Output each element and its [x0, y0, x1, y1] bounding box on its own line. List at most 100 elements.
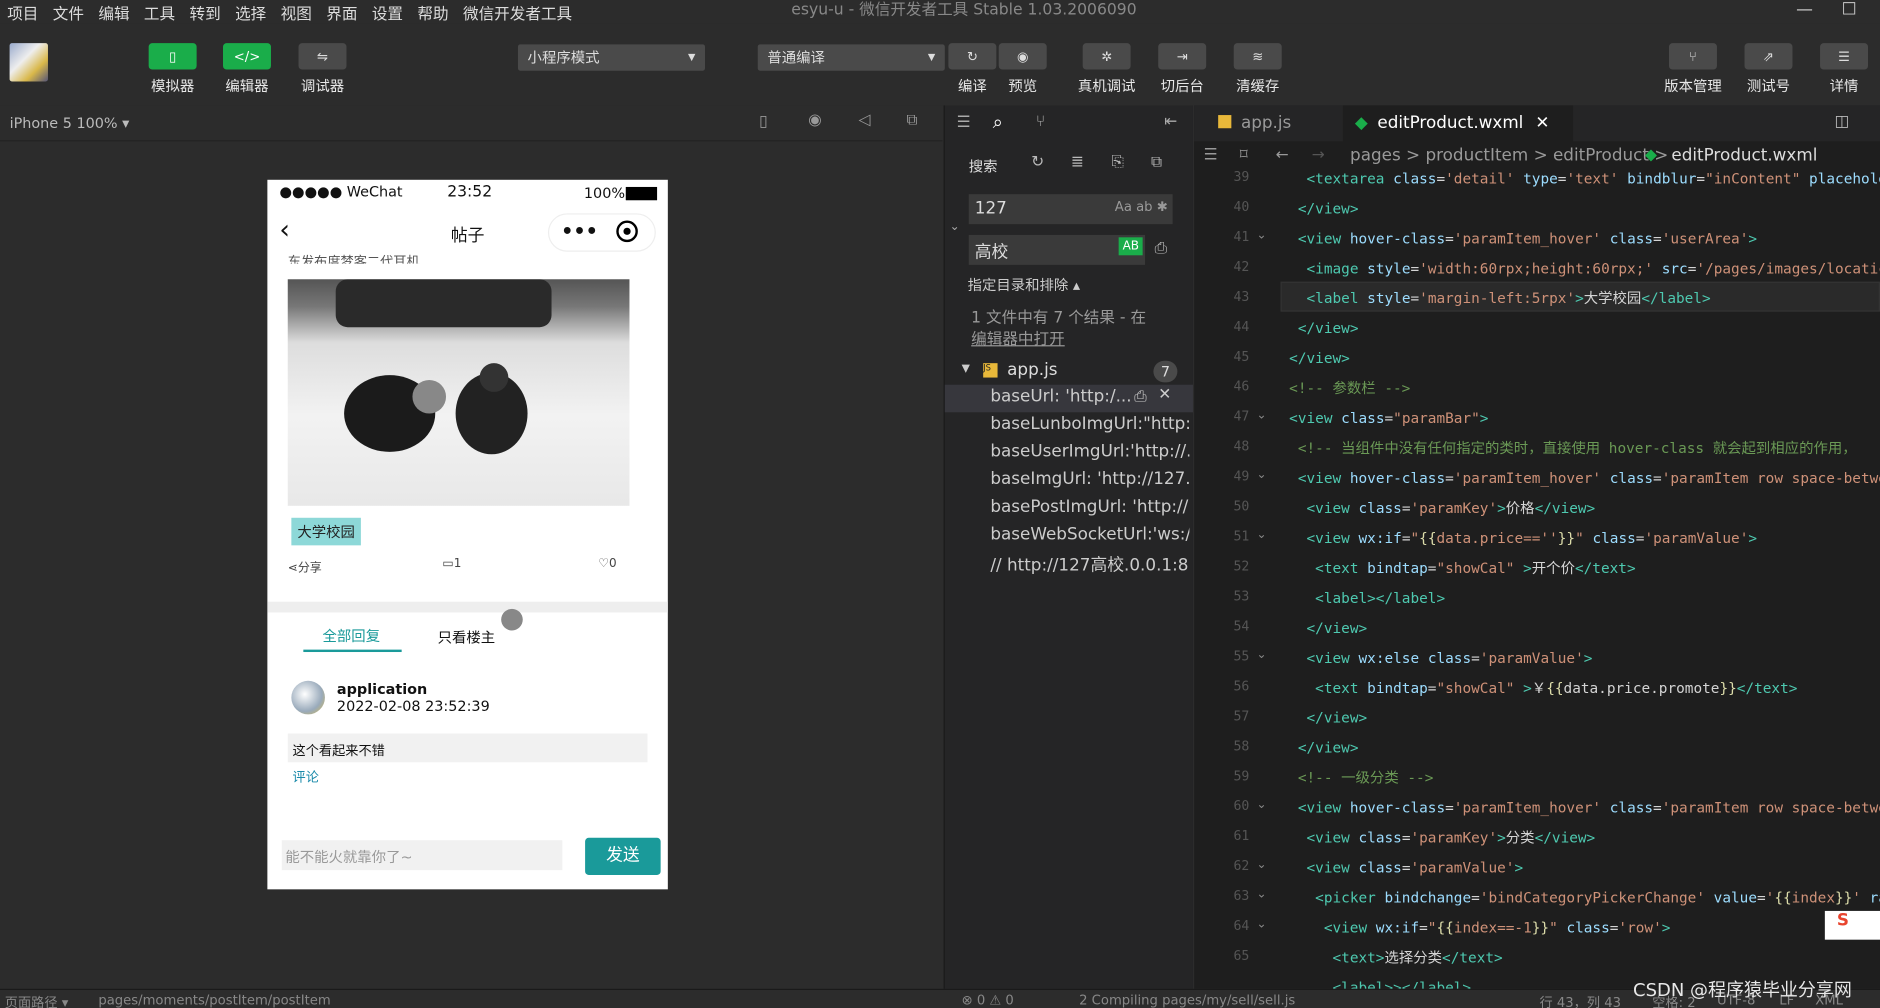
back-arrow-icon[interactable]: ←	[1276, 141, 1289, 170]
debugger-button[interactable]: ⇋ 调试器	[298, 43, 347, 96]
fold-chevron-icon[interactable]: ⌄	[1257, 798, 1267, 811]
mode-select[interactable]: 小程序模式 ▼	[517, 44, 706, 71]
tab-edit-product[interactable]: ◆ editProduct.wxml ✕	[1342, 105, 1574, 142]
tab-owner-only[interactable]: 只看楼主	[438, 627, 496, 647]
more-icon[interactable]: •••	[561, 219, 598, 242]
toggle-replace-icon[interactable]: ⌄	[950, 221, 960, 234]
cursor-position[interactable]: 行 43，列 43	[1539, 992, 1621, 1008]
fold-chevron-icon[interactable]: ⌄	[1257, 858, 1267, 871]
compile-button[interactable]: ↻ 编译	[948, 43, 997, 96]
clear-results-icon[interactable]: ≣	[1071, 153, 1084, 171]
search-input[interactable]: 127 Aa ab ✱	[968, 194, 1173, 225]
volume-icon[interactable]: ◁	[858, 111, 870, 129]
preview-button[interactable]: ◉ 预览	[998, 43, 1047, 96]
fold-chevron-icon[interactable]: ⌄	[1257, 469, 1267, 482]
comment-button[interactable]: ▭1	[442, 557, 461, 570]
code-line: </view>	[1297, 200, 1359, 217]
fold-chevron-icon[interactable]: ⌄	[1257, 888, 1267, 901]
include-exclude-toggle[interactable]: 指定目录和排除 ▴	[968, 274, 1081, 294]
search-result[interactable]: baseUserImgUrl:'http://...	[990, 442, 1189, 461]
like-button[interactable]: ♡0	[598, 557, 616, 570]
phone-screen: ●●●●● WeChat 23:52 100% ‹ 帖子 ••• 东发布度梦客二…	[267, 179, 668, 890]
line-number: 49	[1233, 468, 1250, 485]
tab-app-js[interactable]: app.js	[1206, 105, 1338, 141]
forward-arrow-icon[interactable]: →	[1312, 141, 1325, 170]
device-select[interactable]: iPhone 5 100% ▾	[10, 115, 130, 132]
result-file-row[interactable]: ▼ JS app.js 7	[962, 360, 1190, 385]
search-panel: ☰ ⌕ ⑂ ⇤ 搜索 ↻ ≣ ⎘ ⧉ ⌄ 127 Aa ab ✱ 高校 AB ⎙ 指…	[943, 105, 1193, 989]
list-icon[interactable]: ☰	[957, 114, 971, 132]
fold-chevron-icon[interactable]: ⌄	[1257, 409, 1267, 422]
code-area[interactable]: <textarea class='detail' type='text' bin…	[1281, 170, 1880, 989]
back-icon[interactable]: ‹	[279, 216, 290, 246]
search-icon[interactable]: ⌕	[993, 111, 1003, 133]
close-icon[interactable]: ✕	[1535, 114, 1549, 133]
open-in-editor-link[interactable]: 编辑器中打开	[971, 326, 1065, 349]
post-image[interactable]	[287, 279, 630, 506]
close-circle-icon[interactable]	[616, 220, 638, 243]
code-line: <text bindtap="showCal" >开个价</text>	[1315, 559, 1636, 577]
fold-chevron-icon[interactable]: ⌄	[1257, 918, 1267, 931]
comment-icon: ▭	[442, 557, 454, 571]
send-button[interactable]: 发送	[585, 837, 661, 875]
split-editor-icon[interactable]: ◫	[1834, 113, 1849, 131]
simulator-button[interactable]: ▯ 模拟器	[148, 43, 197, 96]
phone-icon[interactable]: ▯	[759, 113, 768, 131]
code-line: </view>	[1306, 619, 1368, 637]
breadcrumb-file[interactable]: editProduct.wxml	[1671, 141, 1817, 170]
battery-text: 100%	[583, 184, 626, 202]
details-button[interactable]: ☰ 详情	[1820, 43, 1869, 96]
maximize-icon[interactable]: ☐	[1842, 0, 1857, 19]
code-line: </view>	[1289, 349, 1350, 367]
page-path-label[interactable]: 页面路径 ▾	[5, 992, 69, 1008]
fold-chevron-icon[interactable]: ⌄	[1257, 648, 1267, 661]
search-result[interactable]: // http://127高校.0.0.1:8...	[990, 553, 1189, 577]
code-line: <textarea class='detail' type='text' bin…	[1306, 170, 1880, 187]
phone-icon: ▯	[148, 43, 197, 70]
bookmark-icon[interactable]: ⌑	[1240, 141, 1248, 170]
replace-all-icon[interactable]: ⎙	[1155, 240, 1167, 258]
branch-icon[interactable]: ⑂	[1036, 113, 1045, 131]
code-line: <image style='width:60rpx;height:60rpx;'…	[1306, 260, 1880, 277]
code-line: <view class='paramKey'>价格</view>	[1306, 499, 1596, 517]
record-icon[interactable]: ◉	[808, 111, 822, 129]
version-button[interactable]: ⑂ 版本管理	[1664, 43, 1722, 96]
fold-chevron-icon[interactable]: ⌄	[1257, 229, 1267, 242]
search-result[interactable]: baseImgUrl: 'http://127...	[990, 470, 1189, 489]
search-result[interactable]: basePostImgUrl: 'http://...	[990, 497, 1189, 516]
code-line: </view>	[1297, 739, 1359, 757]
replace-input[interactable]: 高校 AB	[968, 234, 1146, 265]
tag[interactable]: 大学校园	[291, 517, 361, 546]
clear-cache-button[interactable]: ≋ 清缓存	[1233, 43, 1282, 96]
share-button[interactable]: ⋖分享	[288, 557, 322, 575]
search-result[interactable]: baseLunboImgUrl:"http:...	[990, 415, 1189, 434]
collapse-all-icon[interactable]: ⧉	[1151, 153, 1162, 171]
tab-all-replies[interactable]: 全部回复	[323, 626, 381, 646]
ime-icon[interactable]: S	[1824, 910, 1880, 940]
refresh-icon[interactable]: ↻	[1031, 153, 1044, 171]
avatar[interactable]	[9, 43, 48, 82]
collapse-panel-icon[interactable]: ⇤	[1164, 113, 1177, 131]
close-icon[interactable]: ✕	[1158, 386, 1171, 404]
preserve-case-icon[interactable]: AB	[1119, 237, 1143, 256]
breadcrumb-path[interactable]: pages > productItem > editProduct >	[1350, 141, 1668, 170]
problems-count[interactable]: ⊗ 0 ⚠ 0	[962, 992, 1014, 1008]
background-button[interactable]: ⇥ 切后台	[1158, 43, 1207, 96]
outline-icon[interactable]: ☰	[1204, 141, 1218, 170]
search-result[interactable]: baseWebSocketUrl:'ws:/...	[990, 525, 1189, 544]
fold-chevron-icon[interactable]: ⌄	[1257, 529, 1267, 542]
minimize-icon[interactable]: —	[1796, 0, 1813, 19]
reply-input[interactable]: 能不能火就靠你了~	[281, 840, 563, 871]
avatar[interactable]	[291, 680, 325, 715]
match-case-icon[interactable]: Aa ab ✱	[1115, 199, 1168, 215]
real-debug-button[interactable]: ✲ 真机调试	[1078, 43, 1135, 96]
new-editor-icon[interactable]: ⎘	[1111, 153, 1123, 171]
line-number: 46	[1233, 378, 1250, 395]
editor-button[interactable]: </> 编辑器	[223, 43, 271, 96]
replace-icon[interactable]: ⎙	[1134, 388, 1146, 406]
comment-link[interactable]: 评论	[293, 767, 319, 786]
compile-select[interactable]: 普通编译 ▼	[757, 44, 945, 71]
window-icon[interactable]: ⧉	[906, 111, 917, 129]
test-account-button[interactable]: ⇗ 测试号	[1744, 43, 1793, 96]
watermark: CSDN @程序猿毕业分享网	[1633, 979, 1852, 1001]
